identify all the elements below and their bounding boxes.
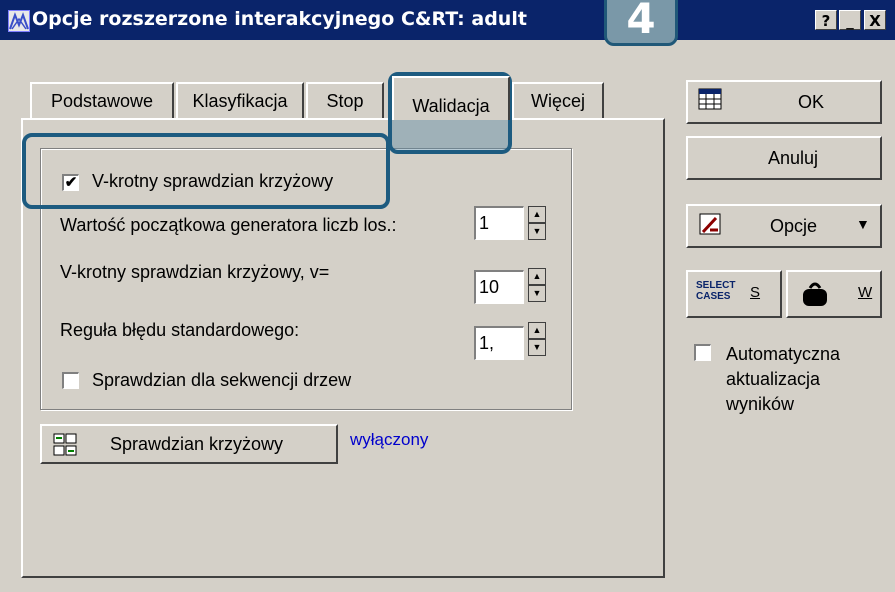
help-button[interactable]: ? <box>815 10 837 30</box>
auto-update-label: Automatyczna aktualizacja wyników <box>726 344 841 414</box>
seed-spinner[interactable]: ▲ ▼ <box>528 206 546 242</box>
vfold-v-label: V-krotny sprawdzian krzyżowy, v= <box>60 262 330 282</box>
tab-walidacja[interactable]: Walidacja <box>392 76 510 120</box>
select-cases-button[interactable]: SELECT CASES S <box>686 270 782 318</box>
tab-klasyfikacja[interactable]: Klasyfikacja <box>176 82 304 118</box>
cv-status-text: wyłączony <box>350 430 429 449</box>
vfold-checkbox[interactable]: ✔ <box>62 174 79 191</box>
seed-input[interactable]: 1 <box>474 206 524 240</box>
vfold-v-spinner[interactable]: ▲ ▼ <box>528 268 546 304</box>
tree-sequence-label: Sprawdzian dla sekwencji drzew <box>92 370 352 390</box>
auto-update-checkbox[interactable] <box>694 344 711 361</box>
tab-podstawowe[interactable]: Podstawowe <box>30 82 174 118</box>
title-bar[interactable]: Opcje rozszerzone interakcyjnego C&RT: a… <box>0 0 895 40</box>
vfold-v-input[interactable]: 10 <box>474 270 524 304</box>
spin-down-icon[interactable]: ▼ <box>528 339 546 356</box>
se-rule-spinner[interactable]: ▲ ▼ <box>528 322 546 358</box>
tab-wiecej[interactable]: Więcej <box>512 82 604 118</box>
cross-validation-icon <box>53 433 77 456</box>
ok-button-label: OK <box>798 92 825 112</box>
tab-stop[interactable]: Stop <box>306 82 384 118</box>
app-icon <box>8 10 30 32</box>
cross-validation-button-label: Sprawdzian krzyżowy <box>110 434 284 454</box>
options-button[interactable]: Opcje ▼ <box>686 204 882 248</box>
spin-up-icon[interactable]: ▲ <box>528 322 546 339</box>
chevron-down-icon: ▼ <box>856 216 870 232</box>
weight-button[interactable]: W <box>786 270 882 318</box>
window-title: Opcje rozszerzone interakcyjnego C&RT: a… <box>32 8 527 30</box>
spin-down-icon[interactable]: ▼ <box>528 223 546 240</box>
cancel-button[interactable]: Anuluj <box>686 136 882 180</box>
ok-button[interactable]: OK <box>686 80 882 124</box>
dialog-window: Opcje rozszerzone interakcyjnego C&RT: a… <box>0 0 895 592</box>
cancel-button-label: Anuluj <box>768 148 819 168</box>
spreadsheet-icon <box>698 88 722 110</box>
cross-validation-button[interactable]: Sprawdzian krzyżowy <box>40 424 338 464</box>
close-button[interactable]: X <box>864 10 886 30</box>
se-rule-label: Reguła błędu standardowego: <box>60 320 300 340</box>
select-cases-icon: SELECT CASES <box>696 280 736 302</box>
spin-up-icon[interactable]: ▲ <box>528 268 546 285</box>
weight-key: W <box>858 284 873 301</box>
minimize-button[interactable]: _ <box>839 10 861 30</box>
vfold-checkbox-label: V-krotny sprawdzian krzyżowy <box>92 171 334 191</box>
se-rule-input[interactable]: 1, <box>474 326 524 360</box>
step-number-badge: 4 <box>604 0 678 46</box>
spin-down-icon[interactable]: ▼ <box>528 285 546 302</box>
options-button-label: Opcje <box>770 216 818 236</box>
tree-sequence-checkbox[interactable] <box>62 372 79 389</box>
weight-icon <box>803 282 827 306</box>
seed-label: Wartość początkowa generatora liczb los.… <box>60 215 397 235</box>
spin-up-icon[interactable]: ▲ <box>528 206 546 223</box>
options-icon <box>699 213 721 235</box>
select-cases-key: S <box>750 284 761 301</box>
